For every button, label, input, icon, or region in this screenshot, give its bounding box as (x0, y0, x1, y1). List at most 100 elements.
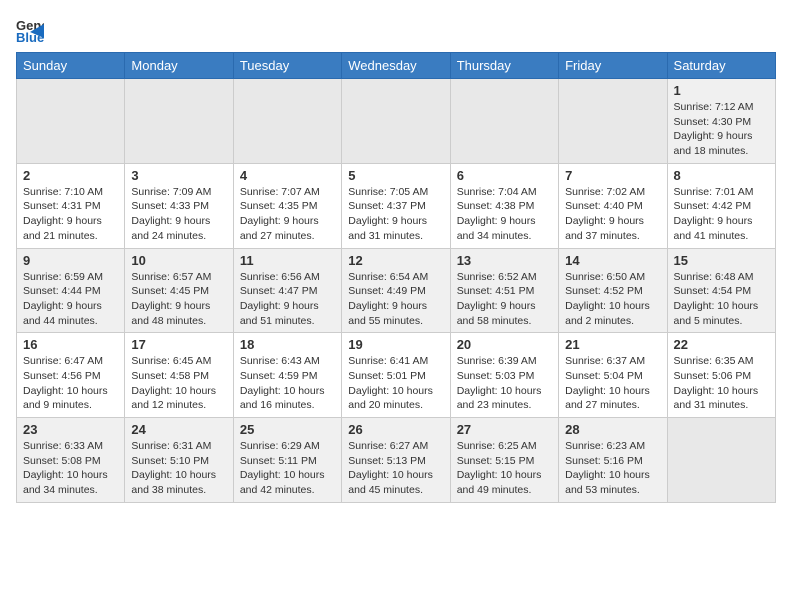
calendar-cell: 15 Sunrise: 6:48 AMSunset: 4:54 PMDayligh… (667, 248, 775, 333)
day-number: 1 (674, 83, 769, 98)
day-number: 21 (565, 337, 660, 352)
day-number: 2 (23, 168, 118, 183)
calendar-cell: 8 Sunrise: 7:01 AMSunset: 4:42 PMDaylight… (667, 163, 775, 248)
day-info: Sunrise: 7:07 AMSunset: 4:35 PMDaylight:… (240, 185, 335, 244)
day-info: Sunrise: 6:47 AMSunset: 4:56 PMDaylight:… (23, 354, 118, 413)
day-info: Sunrise: 6:31 AMSunset: 5:10 PMDaylight:… (131, 439, 226, 498)
calendar-cell: 18Sunrise: 6:43 AMSunset: 4:59 PMDayligh… (233, 333, 341, 418)
day-info: Sunrise: 6:27 AMSunset: 5:13 PMDaylight:… (348, 439, 443, 498)
day-info: Sunrise: 7:04 AMSunset: 4:38 PMDaylight:… (457, 185, 552, 244)
day-info: Sunrise: 6:50 AMSunset: 4:52 PMDaylight:… (565, 270, 660, 329)
calendar-cell: 2 Sunrise: 7:10 AMSunset: 4:31 PMDaylight… (17, 163, 125, 248)
calendar-cell: 7 Sunrise: 7:02 AMSunset: 4:40 PMDaylight… (559, 163, 667, 248)
calendar-cell: 17 Sunrise: 6:45 AMSunset: 4:58 PMDayligh… (125, 333, 233, 418)
day-number: 6 (457, 168, 552, 183)
calendar-cell: 27 Sunrise: 6:25 AMSunset: 5:15 PMDayligh… (450, 418, 558, 503)
calendar-cell: 5Sunrise: 7:05 AMSunset: 4:37 PMDaylight… (342, 163, 450, 248)
day-info: Sunrise: 6:59 AMSunset: 4:44 PMDaylight:… (23, 270, 118, 329)
day-info: Sunrise: 7:10 AMSunset: 4:31 PMDaylight:… (23, 185, 118, 244)
day-info: Sunrise: 6:57 AMSunset: 4:45 PMDaylight:… (131, 270, 226, 329)
header-thursday: Thursday (450, 53, 558, 79)
day-number: 10 (131, 253, 226, 268)
header-wednesday: Wednesday (342, 53, 450, 79)
calendar-cell: 21 Sunrise: 6:37 AMSunset: 5:04 PMDayligh… (559, 333, 667, 418)
day-number: 19 (348, 337, 443, 352)
day-info: Sunrise: 7:12 AMSunset: 4:30 PMDaylight:… (674, 100, 769, 159)
day-number: 27 (457, 422, 552, 437)
header-tuesday: Tuesday (233, 53, 341, 79)
day-number: 14 (565, 253, 660, 268)
calendar-week-row: 1 Sunrise: 7:12 AMSunset: 4:30 PMDaylight… (17, 79, 776, 164)
day-info: Sunrise: 6:25 AMSunset: 5:15 PMDaylight:… (457, 439, 552, 498)
calendar-week-row: 16 Sunrise: 6:47 AMSunset: 4:56 PMDayligh… (17, 333, 776, 418)
svg-text:Blue: Blue (16, 30, 44, 44)
day-number: 16 (23, 337, 118, 352)
day-info: Sunrise: 7:02 AMSunset: 4:40 PMDaylight:… (565, 185, 660, 244)
calendar-table: SundayMondayTuesdayWednesdayThursdayFrid… (16, 52, 776, 503)
calendar-cell: 9 Sunrise: 6:59 AMSunset: 4:44 PMDaylight… (17, 248, 125, 333)
day-number: 12 (348, 253, 443, 268)
calendar-cell (342, 79, 450, 164)
calendar-cell: 3 Sunrise: 7:09 AMSunset: 4:33 PMDaylight… (125, 163, 233, 248)
logo: General Blue (16, 16, 48, 44)
day-number: 7 (565, 168, 660, 183)
day-info: Sunrise: 6:37 AMSunset: 5:04 PMDaylight:… (565, 354, 660, 413)
calendar-cell: 19 Sunrise: 6:41 AMSunset: 5:01 PMDayligh… (342, 333, 450, 418)
calendar-cell: 6 Sunrise: 7:04 AMSunset: 4:38 PMDaylight… (450, 163, 558, 248)
day-info: Sunrise: 6:39 AMSunset: 5:03 PMDaylight:… (457, 354, 552, 413)
calendar-week-row: 23Sunrise: 6:33 AMSunset: 5:08 PMDayligh… (17, 418, 776, 503)
calendar-cell: 12Sunrise: 6:54 AMSunset: 4:49 PMDayligh… (342, 248, 450, 333)
day-number: 20 (457, 337, 552, 352)
day-number: 11 (240, 253, 335, 268)
page-header: General Blue (16, 16, 776, 44)
day-number: 13 (457, 253, 552, 268)
calendar-cell: 24Sunrise: 6:31 AMSunset: 5:10 PMDayligh… (125, 418, 233, 503)
day-number: 9 (23, 253, 118, 268)
day-number: 8 (674, 168, 769, 183)
day-info: Sunrise: 6:48 AMSunset: 4:54 PMDaylight:… (674, 270, 769, 329)
day-number: 15 (674, 253, 769, 268)
calendar-cell (125, 79, 233, 164)
day-number: 26 (348, 422, 443, 437)
day-info: Sunrise: 7:05 AMSunset: 4:37 PMDaylight:… (348, 185, 443, 244)
day-info: Sunrise: 6:33 AMSunset: 5:08 PMDaylight:… (23, 439, 118, 498)
calendar-cell: 13 Sunrise: 6:52 AMSunset: 4:51 PMDayligh… (450, 248, 558, 333)
day-number: 4 (240, 168, 335, 183)
day-info: Sunrise: 6:52 AMSunset: 4:51 PMDaylight:… (457, 270, 552, 329)
calendar-cell: 16 Sunrise: 6:47 AMSunset: 4:56 PMDayligh… (17, 333, 125, 418)
day-info: Sunrise: 7:01 AMSunset: 4:42 PMDaylight:… (674, 185, 769, 244)
calendar-cell (667, 418, 775, 503)
day-info: Sunrise: 6:29 AMSunset: 5:11 PMDaylight:… (240, 439, 335, 498)
logo-icon: General Blue (16, 16, 44, 44)
day-info: Sunrise: 6:23 AMSunset: 5:16 PMDaylight:… (565, 439, 660, 498)
day-info: Sunrise: 6:43 AMSunset: 4:59 PMDaylight:… (240, 354, 335, 413)
calendar-cell: 10 Sunrise: 6:57 AMSunset: 4:45 PMDayligh… (125, 248, 233, 333)
header-friday: Friday (559, 53, 667, 79)
header-saturday: Saturday (667, 53, 775, 79)
calendar-cell: 1 Sunrise: 7:12 AMSunset: 4:30 PMDaylight… (667, 79, 775, 164)
day-info: Sunrise: 6:56 AMSunset: 4:47 PMDaylight:… (240, 270, 335, 329)
day-number: 17 (131, 337, 226, 352)
day-info: Sunrise: 6:41 AMSunset: 5:01 PMDaylight:… (348, 354, 443, 413)
calendar-cell: 20 Sunrise: 6:39 AMSunset: 5:03 PMDayligh… (450, 333, 558, 418)
calendar-cell (17, 79, 125, 164)
header-sunday: Sunday (17, 53, 125, 79)
calendar-cell: 11 Sunrise: 6:56 AMSunset: 4:47 PMDayligh… (233, 248, 341, 333)
day-number: 3 (131, 168, 226, 183)
calendar-cell (559, 79, 667, 164)
calendar-cell: 25 Sunrise: 6:29 AMSunset: 5:11 PMDayligh… (233, 418, 341, 503)
day-info: Sunrise: 6:45 AMSunset: 4:58 PMDaylight:… (131, 354, 226, 413)
calendar-cell: 26 Sunrise: 6:27 AMSunset: 5:13 PMDayligh… (342, 418, 450, 503)
calendar-cell: 14 Sunrise: 6:50 AMSunset: 4:52 PMDayligh… (559, 248, 667, 333)
calendar-cell (450, 79, 558, 164)
calendar-header-row: SundayMondayTuesdayWednesdayThursdayFrid… (17, 53, 776, 79)
calendar-cell: 22Sunrise: 6:35 AMSunset: 5:06 PMDayligh… (667, 333, 775, 418)
day-info: Sunrise: 7:09 AMSunset: 4:33 PMDaylight:… (131, 185, 226, 244)
calendar-cell: 4 Sunrise: 7:07 AMSunset: 4:35 PMDaylight… (233, 163, 341, 248)
calendar-week-row: 9 Sunrise: 6:59 AMSunset: 4:44 PMDaylight… (17, 248, 776, 333)
day-number: 22 (674, 337, 769, 352)
day-number: 25 (240, 422, 335, 437)
calendar-cell: 28Sunrise: 6:23 AMSunset: 5:16 PMDayligh… (559, 418, 667, 503)
header-monday: Monday (125, 53, 233, 79)
calendar-cell (233, 79, 341, 164)
